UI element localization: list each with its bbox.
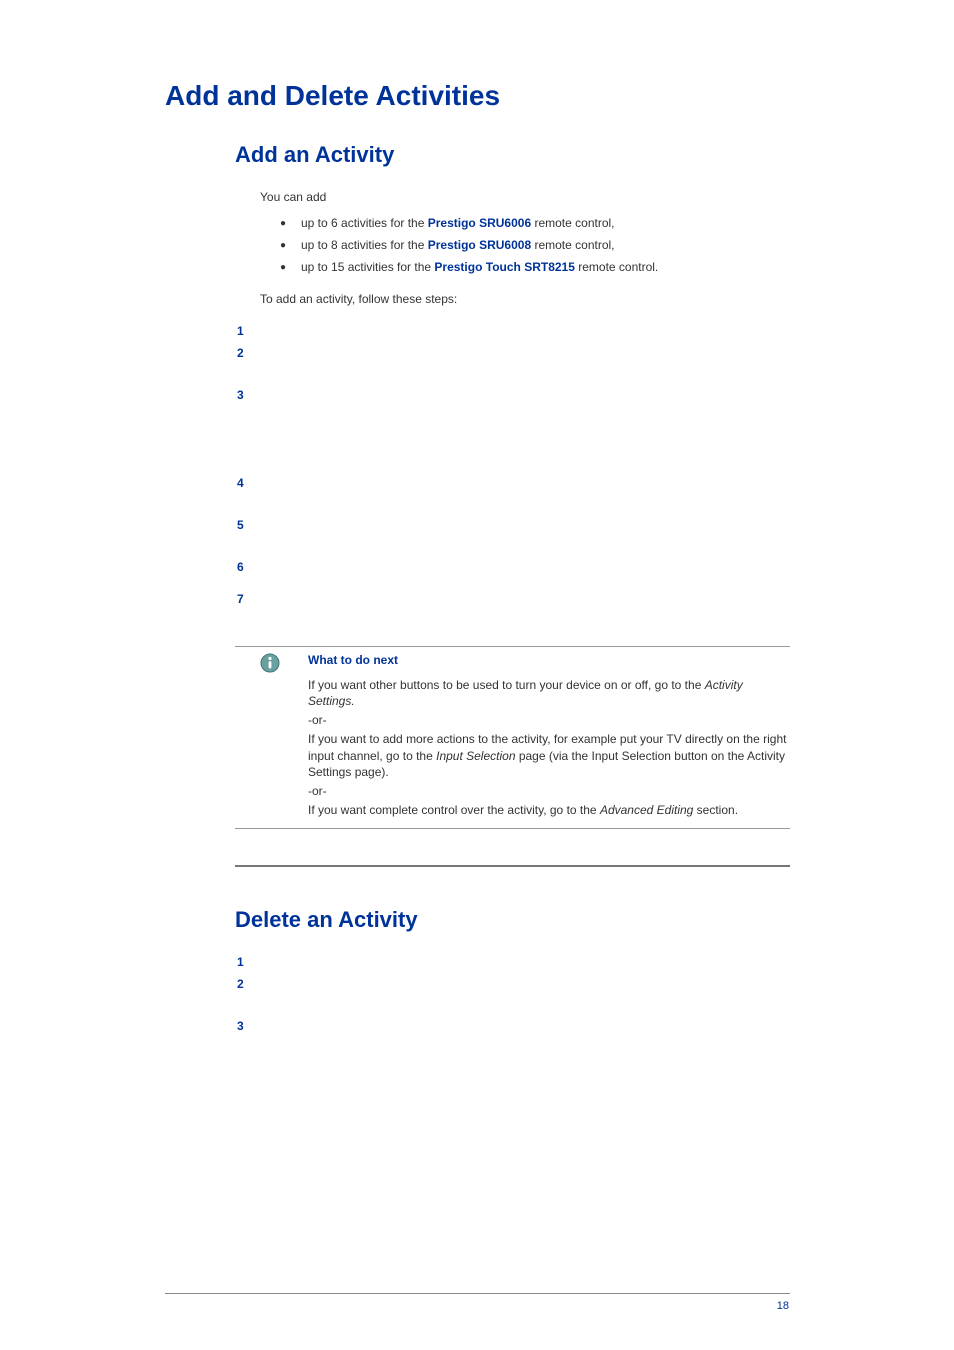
step-number: 4 <box>237 476 249 490</box>
step-item: 2 <box>237 346 954 360</box>
add-steps: 1 2 3 4 5 6 7 <box>237 324 954 606</box>
step-item: 7 <box>237 592 954 606</box>
bullet-icon: ● <box>275 216 291 232</box>
delete-steps: 1 2 3 <box>237 955 954 1033</box>
info-paragraph: If you want complete control over the ac… <box>308 802 790 818</box>
step-item: 3 <box>237 1019 954 1033</box>
list-item: ● up to 8 activities for the Prestigo SR… <box>275 238 954 254</box>
bullet-pre: up to 8 activities for the <box>301 238 428 252</box>
list-item: ● up to 6 activities for the Prestigo SR… <box>275 216 954 232</box>
step-number: 6 <box>237 560 249 574</box>
footer-divider <box>165 1293 790 1294</box>
step-item: 2 <box>237 977 954 991</box>
bullet-text: up to 15 activities for the Prestigo Tou… <box>301 260 658 274</box>
step-item: 1 <box>237 324 954 338</box>
divider <box>235 646 790 647</box>
bullet-post: remote control, <box>531 216 614 230</box>
bullet-post: remote control. <box>575 260 658 274</box>
info-text: If you want complete control over the ac… <box>308 803 600 817</box>
step-number: 2 <box>237 346 249 360</box>
step-item: 5 <box>237 518 954 532</box>
bullet-bold: Prestigo SRU6006 <box>428 216 531 230</box>
info-paragraph: If you want to add more actions to the a… <box>308 731 790 780</box>
bullet-bold: Prestigo Touch SRT8215 <box>434 260 574 274</box>
bullet-pre: up to 6 activities for the <box>301 216 428 230</box>
bullet-bold: Prestigo SRU6008 <box>428 238 531 252</box>
step-number: 1 <box>237 955 249 969</box>
info-callout: What to do next If you want other button… <box>260 653 790 818</box>
info-italic: Input Selection <box>436 749 515 763</box>
step-number: 1 <box>237 324 249 338</box>
bullet-pre: up to 15 activities for the <box>301 260 434 274</box>
intro-text: You can add <box>260 190 954 204</box>
info-italic: Advanced Editing <box>600 803 693 817</box>
info-text: section. <box>693 803 738 817</box>
page-number: 18 <box>777 1300 789 1312</box>
bullet-icon: ● <box>275 260 291 276</box>
step-number: 5 <box>237 518 249 532</box>
bullet-list: ● up to 6 activities for the Prestigo SR… <box>275 216 954 276</box>
bullet-text: up to 8 activities for the Prestigo SRU6… <box>301 238 615 252</box>
info-heading: What to do next <box>308 653 790 667</box>
bullet-text: up to 6 activities for the Prestigo SRU6… <box>301 216 615 230</box>
divider <box>235 828 790 829</box>
info-text: If you want other buttons to be used to … <box>308 678 705 692</box>
section-heading-add: Add an Activity <box>235 142 954 168</box>
step-number: 2 <box>237 977 249 991</box>
bullet-post: remote control, <box>531 238 614 252</box>
info-icon <box>260 653 280 673</box>
info-or: -or- <box>308 713 790 727</box>
page-title: Add and Delete Activities <box>165 80 954 112</box>
bullet-icon: ● <box>275 238 291 254</box>
step-item: 6 <box>237 560 954 574</box>
step-number: 3 <box>237 388 249 402</box>
info-paragraph: If you want other buttons to be used to … <box>308 677 790 709</box>
step-item: 4 <box>237 476 954 490</box>
list-item: ● up to 15 activities for the Prestigo T… <box>275 260 954 276</box>
step-item: 1 <box>237 955 954 969</box>
step-number: 7 <box>237 592 249 606</box>
info-or: -or- <box>308 784 790 798</box>
step-number: 3 <box>237 1019 249 1033</box>
section-heading-delete: Delete an Activity <box>235 907 954 933</box>
step-item: 3 <box>237 388 954 402</box>
follow-text: To add an activity, follow these steps: <box>260 292 954 306</box>
